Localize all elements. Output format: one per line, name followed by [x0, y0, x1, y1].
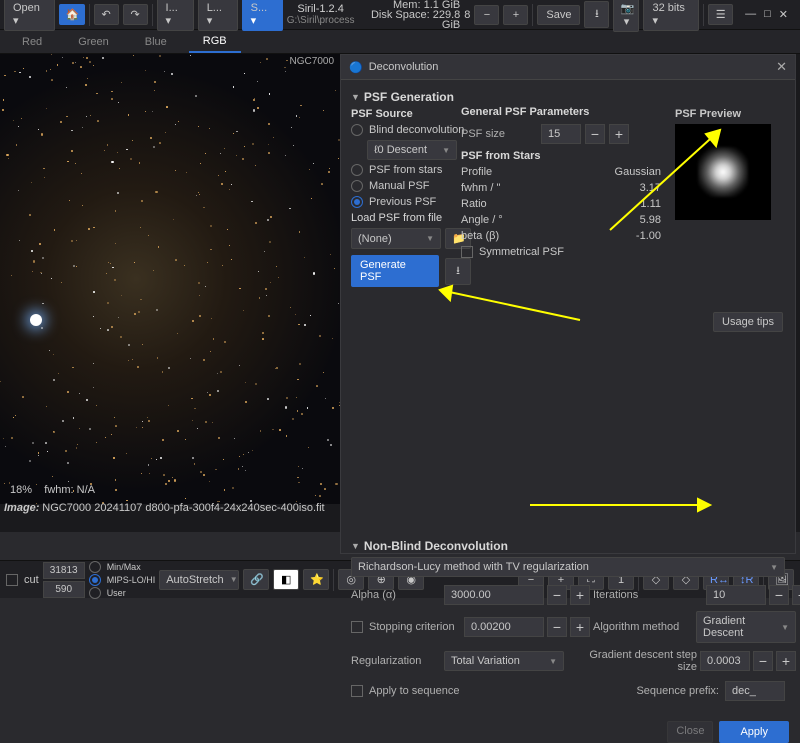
descent-select[interactable]: ℓ0 Descent	[367, 140, 457, 160]
grad-step-input[interactable]: 0.0003	[700, 651, 750, 671]
psf-generation-header[interactable]: PSF Generation	[351, 90, 785, 104]
preview-size: 8	[464, 9, 470, 21]
cut-checkbox[interactable]	[6, 574, 18, 586]
radio-blind[interactable]	[351, 124, 363, 136]
dialog-close-icon[interactable]: ✕	[776, 59, 787, 75]
undo-button[interactable]: ↶	[94, 4, 119, 25]
deconvolution-dialog: 🔵 Deconvolution ✕ PSF Generation PSF Sou…	[340, 54, 796, 554]
home-button[interactable]: 🏠	[59, 4, 85, 25]
dialog-titlebar[interactable]: 🔵 Deconvolution ✕	[341, 55, 795, 80]
radio-user[interactable]	[89, 587, 101, 599]
radio-manual-psf[interactable]	[351, 180, 363, 192]
size-plus-button[interactable]: +	[503, 5, 528, 25]
psf-from-stars-label: PSF from Stars	[461, 150, 661, 162]
psf-size-plus[interactable]: +	[609, 124, 629, 144]
grad-step-minus[interactable]: −	[753, 651, 773, 671]
alpha-input[interactable]: 3000.00	[444, 585, 544, 605]
snapshot-button[interactable]: 📷▾	[613, 0, 639, 32]
memory-status: Mem: 1.1 GiB Disk Space: 229.8 GiB	[359, 0, 461, 30]
open-button[interactable]: Open ▾	[4, 0, 55, 31]
grad-step-plus[interactable]: +	[776, 651, 796, 671]
iterations-input[interactable]: 10	[706, 585, 766, 605]
psf-size-minus[interactable]: −	[585, 124, 605, 144]
title-area: Siril-1.2.4 G:\Siril\process	[287, 3, 355, 26]
alpha-minus[interactable]: −	[547, 585, 567, 605]
image-viewer[interactable]: NGC7000	[0, 54, 340, 504]
load-psf-label: Load PSF from file	[351, 212, 471, 224]
app-path: G:\Siril\process	[287, 15, 355, 26]
maximize-icon[interactable]: □	[764, 8, 771, 21]
generate-psf-button[interactable]: Generate PSF	[351, 255, 439, 287]
hi-cut-input[interactable]	[43, 562, 85, 579]
scripts-button[interactable]: S... ▾	[242, 0, 283, 31]
apply-sequence-checkbox[interactable]	[351, 685, 363, 697]
stopping-minus[interactable]: −	[547, 617, 567, 637]
close-icon[interactable]: ✕	[779, 8, 788, 21]
image-file-info: Image: NGC7000 20241107 d800-pfa-300f4-2…	[4, 502, 325, 514]
minimize-icon[interactable]: —	[745, 8, 756, 21]
menu-l-button[interactable]: L... ▾	[198, 0, 238, 31]
tab-green[interactable]: Green	[64, 32, 123, 52]
algorithm-method-select[interactable]: Gradient Descent	[696, 611, 796, 643]
alpha-plus[interactable]: +	[570, 585, 590, 605]
save-button[interactable]: Save	[537, 5, 580, 25]
hamburger-menu[interactable]: ☰	[708, 4, 733, 25]
usage-tips-button[interactable]: Usage tips	[713, 312, 783, 332]
psf-file-select[interactable]: (None)	[351, 228, 441, 249]
method-select[interactable]: Richardson-Lucy method with TV regulariz…	[351, 557, 785, 577]
radio-previous-psf[interactable]	[351, 196, 363, 208]
zoom-percent: 18%	[10, 484, 32, 496]
radio-psf-from-stars[interactable]	[351, 164, 363, 176]
lo-cut-input[interactable]	[43, 581, 85, 598]
menu-i-button[interactable]: I... ▾	[157, 0, 194, 31]
app-title: Siril-1.2.4	[287, 3, 355, 15]
save-down-button[interactable]: ⭳	[584, 1, 609, 28]
tab-rgb[interactable]: RGB	[189, 31, 241, 53]
stopping-checkbox[interactable]	[351, 621, 363, 633]
regularization-select[interactable]: Total Variation	[444, 651, 564, 671]
radio-minmax[interactable]	[89, 561, 101, 573]
link-channels-button[interactable]: 🔗	[243, 569, 269, 590]
dialog-title: Deconvolution	[369, 61, 439, 73]
channel-tabs: Red Green Blue RGB	[0, 30, 800, 54]
size-minus-button[interactable]: −	[474, 5, 499, 25]
dialog-apply-button[interactable]: Apply	[719, 721, 789, 743]
tab-red[interactable]: Red	[8, 32, 56, 52]
star-detect-button[interactable]: ⭐	[303, 569, 329, 590]
stopping-input[interactable]: 0.00200	[464, 617, 544, 637]
redo-button[interactable]: ↷	[123, 4, 148, 25]
fwhm-status: fwhm: N/A	[44, 484, 95, 496]
stretch-select[interactable]: AutoStretch	[159, 570, 239, 590]
sequence-prefix-input[interactable]	[725, 681, 785, 701]
bitdepth-select[interactable]: 32 bits ▾	[643, 0, 699, 31]
psf-size-label: PSF size	[461, 128, 505, 140]
general-psf-params-label: General PSF Parameters	[461, 106, 661, 118]
top-toolbar: Open ▾ 🏠 ↶ ↷ I... ▾ L... ▾ S... ▾ Siril-…	[0, 0, 800, 30]
psf-source-label: PSF Source	[351, 108, 471, 120]
iterations-plus[interactable]: +	[792, 585, 800, 605]
iterations-minus[interactable]: −	[769, 585, 789, 605]
dialog-close-button[interactable]: Close	[667, 721, 713, 743]
psf-preview-image	[675, 124, 771, 220]
tab-blue[interactable]: Blue	[131, 32, 181, 52]
psf-preview-label: PSF Preview	[675, 108, 785, 120]
psf-size-value[interactable]: 15	[541, 124, 581, 144]
radio-mips[interactable]	[89, 574, 101, 586]
symmetrical-psf-checkbox[interactable]	[461, 246, 473, 258]
image-name-label: NGC7000	[290, 56, 334, 67]
invert-button[interactable]: ◧	[273, 569, 299, 590]
nonblind-header[interactable]: Non-Blind Deconvolution	[351, 539, 785, 553]
stopping-plus[interactable]: +	[570, 617, 590, 637]
dialog-icon: 🔵	[349, 61, 363, 74]
